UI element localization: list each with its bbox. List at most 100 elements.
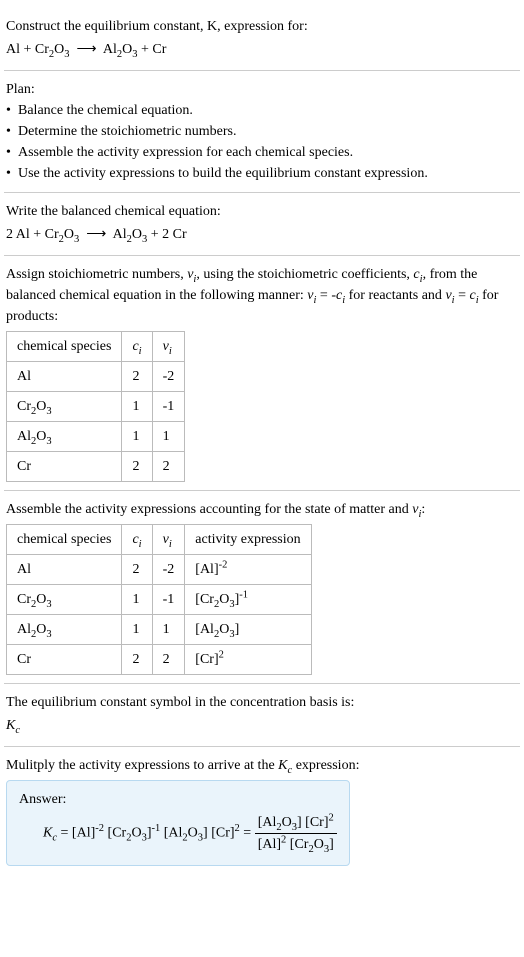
final-text: Mulitply the activity expressions to arr… <box>6 755 518 776</box>
plus: + <box>30 227 45 242</box>
plan-b4-text: Use the activity expressions to build th… <box>18 163 518 184</box>
sub3: 3 <box>74 234 79 245</box>
th-ci: ci <box>122 525 152 555</box>
arrow-icon: ⟶ <box>77 42 97 57</box>
exp: 2 <box>329 812 334 823</box>
section-plan: Plan: •Balance the chemical equation. •D… <box>4 70 520 192</box>
exp: 2 <box>219 649 224 660</box>
table-row: Cr 2 2 [Cr]2 <box>7 645 312 675</box>
balanced-heading: Write the balanced chemical equation: <box>6 201 518 222</box>
species-cr: Cr <box>17 459 31 474</box>
bullet-icon: • <box>6 121 18 142</box>
activity-text: Assemble the activity expressions accoun… <box>6 499 518 520</box>
t2: , using the stoichiometric coefficients, <box>196 267 413 282</box>
table-row: Cr2O3 1 -1 [Cr2O3]-1 <box>7 585 312 615</box>
species-al: Al <box>200 622 214 637</box>
t2: expression: <box>292 758 359 773</box>
balanced-equation: 2 Al + Cr2O3 ⟶ Al2O3 + 2 Cr <box>6 224 518 245</box>
species-cr: Cr <box>200 652 214 667</box>
intro-text: Construct the equilibrium constant, K, e… <box>6 16 518 37</box>
section-stoich-numbers: Assign stoichiometric numbers, νi, using… <box>4 255 520 490</box>
plan-b2-text: Determine the stoichiometric numbers. <box>18 121 518 142</box>
species-al: Al <box>17 622 31 637</box>
cell-nui: 1 <box>152 422 185 452</box>
species-cr: Cr <box>294 837 308 852</box>
k-symbol: K <box>278 758 287 773</box>
k-symbol: K <box>43 826 52 841</box>
table-header-row: chemical species ci νi <box>7 332 185 362</box>
cell-species: Al2O3 <box>7 422 122 452</box>
rbr: ] <box>203 826 208 841</box>
cell-ci: 2 <box>122 362 152 392</box>
plus: + <box>137 42 152 57</box>
t1: Mulitply the activity expressions to arr… <box>6 758 278 773</box>
cell-species: Cr2O3 <box>7 392 122 422</box>
plan-b1-text: Balance the chemical equation. <box>18 100 518 121</box>
answer-box: Answer: Kc = [Al]-2 [Cr2O3]-1 [Al2O3] [C… <box>6 780 350 866</box>
species-al: Al <box>17 429 31 444</box>
species-al: Al <box>168 826 182 841</box>
plan-bullet-4: •Use the activity expressions to build t… <box>6 163 518 184</box>
exp: -2 <box>219 559 228 570</box>
table-row: Cr 2 2 <box>7 452 185 482</box>
kc-text: The equilibrium constant symbol in the c… <box>6 692 518 713</box>
cell-nui: -1 <box>152 392 185 422</box>
cell-ci: 1 <box>122 392 152 422</box>
species-al: Al <box>113 227 127 242</box>
cell-nui: -2 <box>152 555 185 585</box>
exp: 2 <box>281 834 286 845</box>
species-al: Al <box>17 562 31 577</box>
species-o: O <box>219 622 229 637</box>
exp: -1 <box>151 823 160 834</box>
plan-bullet-3: •Assemble the activity expression for ea… <box>6 142 518 163</box>
rbr: ] <box>329 837 334 852</box>
exp: -1 <box>239 589 248 600</box>
sub-i: i <box>139 346 142 357</box>
species-o: O <box>122 42 132 57</box>
cell-species: Cr <box>7 645 122 675</box>
species-o: O <box>188 826 198 841</box>
bullet-icon: • <box>6 142 18 163</box>
bullet-icon: • <box>6 100 18 121</box>
plus: + <box>147 227 162 242</box>
section-activity: Assemble the activity expressions accoun… <box>4 490 520 683</box>
plus: + <box>20 42 35 57</box>
plan-b3-text: Assemble the activity expression for eac… <box>18 142 518 163</box>
species-al: Al <box>103 42 117 57</box>
cell-species: Al2O3 <box>7 615 122 645</box>
species-cr: Cr <box>216 826 230 841</box>
cell-species: Cr <box>7 452 122 482</box>
table-row: Cr2O3 1 -1 <box>7 392 185 422</box>
cell-species: Al <box>7 362 122 392</box>
species-o: O <box>36 429 46 444</box>
fraction: [Al2O3] [Cr]2[Al]2 [Cr2O3] <box>255 812 337 855</box>
section-kc-symbol: The equilibrium constant symbol in the c… <box>4 683 520 746</box>
cell-nui: -1 <box>152 585 185 615</box>
plan-heading: Plan: <box>6 79 518 100</box>
species-al: Al <box>6 42 20 57</box>
cell-ci: 1 <box>122 585 152 615</box>
answer-label: Answer: <box>19 789 337 810</box>
species-al: Al <box>262 815 276 830</box>
sub3: 3 <box>46 599 51 610</box>
species-cr: Cr <box>17 399 31 414</box>
table-row: Al 2 -2 [Al]-2 <box>7 555 312 585</box>
activity-table: chemical species ci νi activity expressi… <box>6 524 312 675</box>
coeff-2: 2 <box>6 227 16 242</box>
cell-nui: -2 <box>152 362 185 392</box>
rbr: ] <box>235 622 240 637</box>
section-intro: Construct the equilibrium constant, K, e… <box>4 6 520 70</box>
t2: : <box>421 502 425 517</box>
coeff-2: 2 <box>162 227 173 242</box>
species-o: O <box>282 815 292 830</box>
species-cr: Cr <box>310 815 324 830</box>
eq: = <box>316 288 331 303</box>
t1: Assemble the activity expressions accoun… <box>6 502 412 517</box>
th-nui: νi <box>152 332 185 362</box>
numerator: [Al2O3] [Cr]2 <box>255 812 337 834</box>
plan-bullet-1: •Balance the chemical equation. <box>6 100 518 121</box>
species-o: O <box>36 399 46 414</box>
species-al: Al <box>77 826 91 841</box>
species-o: O <box>36 592 46 607</box>
table-row: Al2O3 1 1 [Al2O3] <box>7 615 312 645</box>
